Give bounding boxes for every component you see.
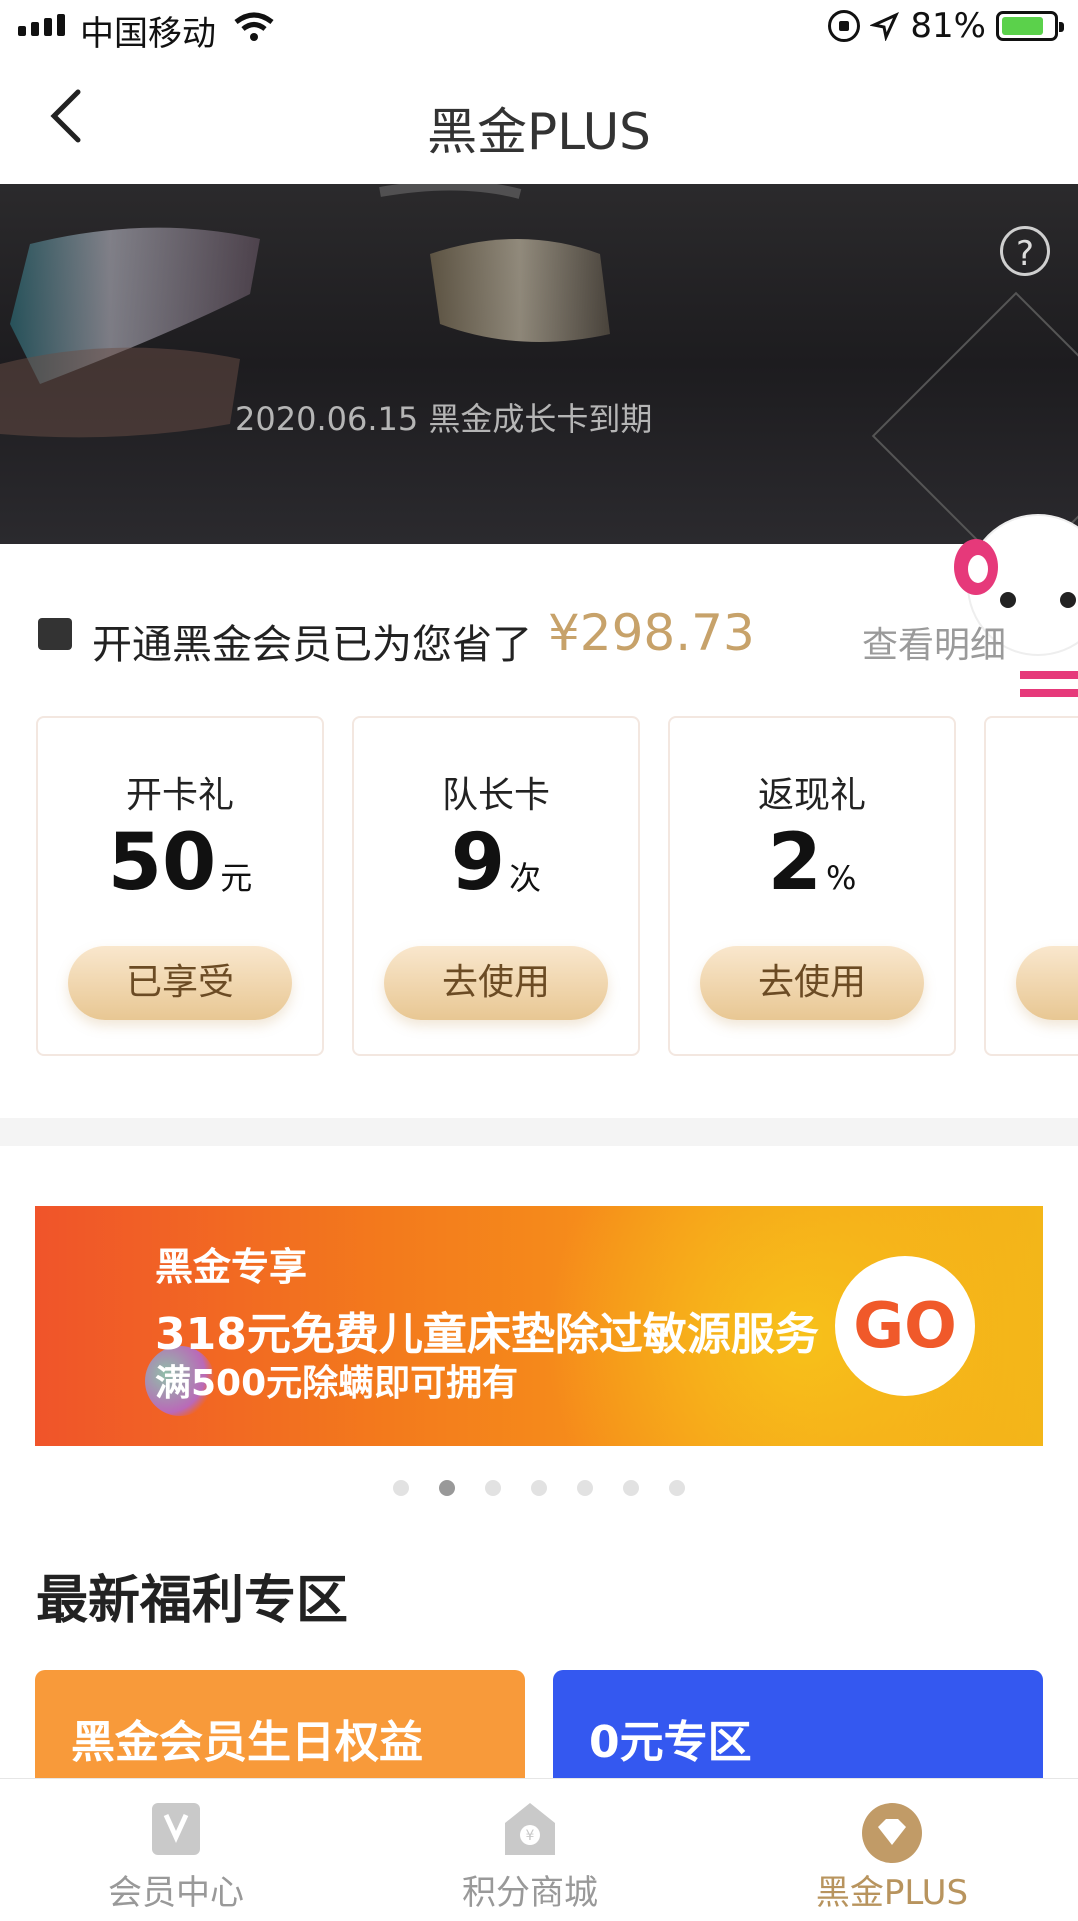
view-details-link[interactable]: 查看明细 xyxy=(862,616,1006,668)
brush-art xyxy=(0,184,610,438)
points-mall-icon: ¥ xyxy=(505,1803,555,1855)
svg-text:¥: ¥ xyxy=(526,1828,535,1844)
benefit-value: 2% xyxy=(670,818,954,908)
membership-card-banner: ? 2020.06.15 黑金成长卡到期 xyxy=(0,184,1078,544)
savings-label: 开通黑金会员已为您省了 xyxy=(92,622,532,668)
carousel-dot[interactable] xyxy=(577,1480,593,1496)
section-title: 最新福利专区 xyxy=(36,1571,349,1631)
carousel-dot[interactable] xyxy=(669,1480,685,1496)
section-divider xyxy=(0,1118,1078,1146)
status-bar: 中国移动 81% xyxy=(0,0,1078,56)
black-gold-plus-icon xyxy=(862,1803,922,1863)
welfare-card-zero-yuan[interactable]: 0元专区 xyxy=(553,1670,1043,1790)
navigation-bar: 黑金PLUS xyxy=(0,56,1078,184)
promo-subtitle: 满500元除螨即可拥有 xyxy=(155,1363,519,1404)
benefit-value: 9次 xyxy=(354,818,638,908)
tab-label: 积分商城 xyxy=(462,1873,598,1913)
carousel-dot[interactable] xyxy=(623,1480,639,1496)
carousel-dot[interactable] xyxy=(485,1480,501,1496)
promo-title: 318元免费儿童床垫除过敏源服务 xyxy=(155,1309,819,1360)
welfare-card-label: 黑金会员生日权益 xyxy=(71,1717,423,1768)
tab-member-center[interactable]: 会员中心 xyxy=(56,1779,296,1921)
savings-amount: ¥298.73 xyxy=(548,604,755,662)
carrier-name: 中国移动 xyxy=(80,14,216,54)
promo-tag: 黑金专享 xyxy=(155,1245,308,1289)
welfare-card-birthday[interactable]: 黑金会员生日权益 xyxy=(35,1670,525,1790)
benefit-title: 开卡礼 xyxy=(125,775,234,816)
promo-go-button[interactable]: GO xyxy=(835,1256,975,1396)
benefit-number: 9 xyxy=(450,818,506,908)
tab-label: 会员中心 xyxy=(108,1873,244,1913)
welfare-card-label: 0元专区 xyxy=(589,1717,752,1768)
carousel-indicator xyxy=(0,1480,1078,1496)
benefit-card: 队长卡 9次 去使用 xyxy=(352,716,640,1056)
benefit-unit: 次 xyxy=(509,859,542,897)
benefit-cards: 开卡礼 50 元 已享受 队长卡 9次 去使用 返现礼 2% 去使用 xyxy=(0,716,1078,1060)
battery-percent: 81% xyxy=(910,6,986,46)
location-icon xyxy=(870,11,900,41)
member-center-icon xyxy=(152,1803,200,1855)
benefit-button[interactable] xyxy=(1016,946,1078,1020)
battery-icon xyxy=(996,11,1064,41)
benefit-value: 50 元 xyxy=(38,818,322,908)
tab-black-gold-plus[interactable]: 黑金PLUS xyxy=(772,1779,1012,1921)
benefit-title: 返现礼 xyxy=(757,775,866,816)
promo-banner[interactable]: 黑金专享 318元免费儿童床垫除过敏源服务 满500元除螨即可拥有 GO xyxy=(35,1206,1043,1446)
benefit-title: 队长卡 xyxy=(441,775,550,816)
benefit-unit: 元 xyxy=(220,859,253,897)
benefit-button[interactable]: 已享受 xyxy=(68,946,292,1020)
help-button[interactable]: ? xyxy=(1000,226,1050,276)
battery-fill xyxy=(1002,17,1043,35)
savings-summary: 开通黑金会员已为您省了 ¥298.73 查看明细 xyxy=(0,600,1078,670)
benefit-number: 50 xyxy=(107,818,217,908)
wallet-icon xyxy=(38,618,72,650)
rotation-lock-icon xyxy=(828,10,861,42)
benefit-unit: % xyxy=(825,859,857,897)
bottom-tab-bar: 会员中心 ¥ 积分商城 黑金PLUS xyxy=(0,1778,1078,1921)
page-title: 黑金PLUS xyxy=(427,103,651,161)
signal-icon xyxy=(18,14,65,36)
benefit-card-partial[interactable] xyxy=(984,716,1078,1056)
benefit-number: 2 xyxy=(767,818,822,908)
card-expiry-text: 2020.06.15 黑金成长卡到期 xyxy=(235,400,653,438)
carousel-dot[interactable] xyxy=(531,1480,547,1496)
tab-label: 黑金PLUS xyxy=(815,1873,969,1913)
benefit-button[interactable]: 去使用 xyxy=(700,946,924,1020)
benefit-button[interactable]: 去使用 xyxy=(384,946,608,1020)
benefit-card: 返现礼 2% 去使用 xyxy=(668,716,956,1056)
carousel-dot[interactable] xyxy=(439,1480,455,1496)
tab-points-mall[interactable]: ¥ 积分商城 xyxy=(410,1779,650,1921)
wifi-icon xyxy=(234,12,274,41)
carousel-dot[interactable] xyxy=(393,1480,409,1496)
benefit-card: 开卡礼 50 元 已享受 xyxy=(36,716,324,1056)
